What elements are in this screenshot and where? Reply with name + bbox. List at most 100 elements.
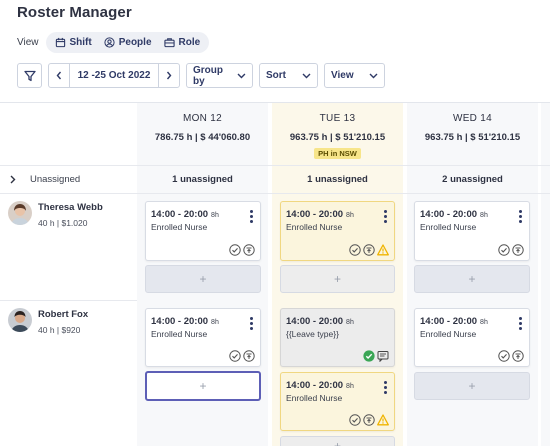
transfer-icon	[363, 414, 375, 426]
view-role-label: Role	[178, 36, 201, 48]
shift-card[interactable]: 14:00 - 20:00 8h Enrolled Nurse	[280, 201, 395, 261]
transfer-icon	[363, 244, 375, 256]
shift-card[interactable]: 14:00 - 20:00 8h Enrolled Nurse	[145, 201, 261, 261]
shift-hours: 8h	[346, 383, 354, 390]
view-dropdown-label: View	[331, 70, 354, 81]
employee-name: Robert Fox	[38, 309, 89, 320]
shift-role: Enrolled Nurse	[286, 393, 343, 403]
add-shift-button[interactable]: +	[414, 265, 530, 293]
check-circle-icon	[498, 350, 510, 362]
unassigned-label: Unassigned	[30, 174, 81, 185]
view-role-button[interactable]: Role	[158, 34, 207, 51]
add-shift-button[interactable]: +	[414, 372, 530, 400]
view-people-button[interactable]: People	[98, 34, 158, 51]
page-title: Roster Manager	[17, 4, 132, 21]
chevron-down-icon	[369, 73, 378, 78]
unassigned-count-wed: 2 unassigned	[442, 174, 503, 185]
group-by-label: Group by	[193, 64, 223, 87]
avatar	[8, 308, 32, 332]
shift-card[interactable]: 14:00 - 20:00 8h Enrolled Nurse	[414, 308, 530, 367]
check-circle-icon	[498, 244, 510, 256]
row-divider	[0, 193, 550, 194]
briefcase-icon	[163, 37, 175, 47]
unassigned-row: Unassigned 1 unassigned 1 unassigned 2 u…	[0, 166, 550, 193]
view-shift-button[interactable]: Shift	[49, 34, 98, 51]
date-range-display[interactable]: 12 -25 Oct 2022	[69, 63, 159, 88]
more-options-icon[interactable]	[250, 210, 254, 225]
unassigned-toggle[interactable]: Unassigned	[10, 174, 80, 185]
chevron-right-icon	[166, 71, 172, 80]
view-segmented-control: Shift People Role	[45, 31, 210, 53]
employee-robert-fox[interactable]: Robert Fox 40 h | $920	[8, 308, 88, 335]
more-options-icon[interactable]	[384, 381, 388, 396]
add-shift-button[interactable]: +	[280, 436, 395, 446]
shift-card[interactable]: 14:00 - 20:00 8h Enrolled Nurse	[145, 308, 261, 367]
shift-time: 14:00 - 20:00	[286, 209, 344, 220]
shift-role: Enrolled Nurse	[420, 222, 477, 232]
day-name: WED 14	[452, 113, 493, 124]
day-stats: 786.75 h | $ 44'060.80	[154, 132, 251, 143]
shift-hours: 8h	[346, 319, 354, 326]
add-shift-button[interactable]: +	[280, 265, 395, 293]
more-options-icon[interactable]	[519, 317, 523, 332]
employee-theresa-webb[interactable]: Theresa Webb 40 h | $1.020	[8, 201, 103, 228]
day-stats: 963.75 h | $ 51'210.15	[289, 132, 386, 143]
shift-hours: 8h	[480, 212, 488, 219]
row-divider	[0, 300, 137, 301]
filter-icon	[23, 70, 36, 81]
thu-column-bg	[541, 103, 550, 446]
transfer-icon	[243, 244, 255, 256]
public-holiday-badge: PH in NSW	[314, 148, 361, 159]
day-header-wed: WED 14 963.75 h | $ 51'210.15	[407, 103, 538, 165]
warning-icon	[377, 244, 389, 256]
chevron-down-icon	[302, 73, 311, 78]
chevron-right-icon	[10, 175, 16, 184]
unassigned-count-mon: 1 unassigned	[172, 174, 233, 185]
shift-time: 14:00 - 20:00	[286, 316, 344, 327]
approved-check-icon	[363, 350, 375, 362]
comment-icon	[377, 351, 389, 362]
group-by-dropdown[interactable]: Group by	[186, 63, 253, 88]
day-header-tue: TUE 13 963.75 h | $ 51'210.15 PH in NSW	[272, 103, 403, 165]
shift-role: Enrolled Nurse	[286, 222, 343, 232]
shift-card[interactable]: 14:00 - 20:00 8h Enrolled Nurse	[414, 201, 530, 261]
check-circle-icon	[349, 414, 361, 426]
employee-hours-cost: 40 h | $1.020	[38, 218, 88, 228]
more-options-icon[interactable]	[250, 317, 254, 332]
shift-time: 14:00 - 20:00	[420, 316, 478, 327]
filter-button[interactable]	[17, 63, 42, 88]
view-switcher: View Shift People Role	[17, 31, 210, 53]
chevron-left-icon	[56, 71, 62, 80]
leave-type: {{Leave type}}	[286, 329, 339, 339]
next-date-button[interactable]	[158, 63, 180, 88]
calendar-icon	[55, 37, 65, 47]
add-shift-button[interactable]: +	[145, 265, 261, 293]
sort-label: Sort	[266, 70, 286, 81]
day-name: MON 12	[182, 113, 223, 124]
check-circle-icon	[349, 244, 361, 256]
prev-date-button[interactable]	[48, 63, 70, 88]
shift-hours: 8h	[211, 319, 219, 326]
add-shift-button-focused[interactable]: +	[145, 371, 261, 401]
shift-hours: 8h	[211, 212, 219, 219]
shift-card[interactable]: 14:00 - 20:00 8h Enrolled Nurse	[280, 372, 395, 431]
employee-hours-cost: 40 h | $920	[38, 325, 81, 335]
shift-role: Enrolled Nurse	[151, 222, 208, 232]
employee-name: Theresa Webb	[38, 202, 103, 213]
shift-hours: 8h	[346, 212, 354, 219]
more-options-icon[interactable]	[519, 210, 523, 225]
unassigned-count-tue: 1 unassigned	[307, 174, 368, 185]
shift-role: Enrolled Nurse	[420, 329, 477, 339]
leave-card[interactable]: 14:00 - 20:00 8h {{Leave type}}	[280, 308, 395, 367]
day-stats: 963.75 h | $ 51'210.15	[424, 132, 521, 143]
sort-dropdown[interactable]: Sort	[259, 63, 318, 88]
more-options-icon[interactable]	[384, 210, 388, 225]
date-range-label: 12 -25 Oct 2022	[77, 70, 151, 81]
day-header-mon: MON 12 786.75 h | $ 44'060.80	[137, 103, 268, 165]
shift-time: 14:00 - 20:00	[420, 209, 478, 220]
transfer-icon	[243, 350, 255, 362]
view-dropdown[interactable]: View	[324, 63, 385, 88]
shift-time: 14:00 - 20:00	[286, 380, 344, 391]
day-name: TUE 13	[319, 113, 356, 124]
chevron-down-icon	[237, 73, 246, 78]
